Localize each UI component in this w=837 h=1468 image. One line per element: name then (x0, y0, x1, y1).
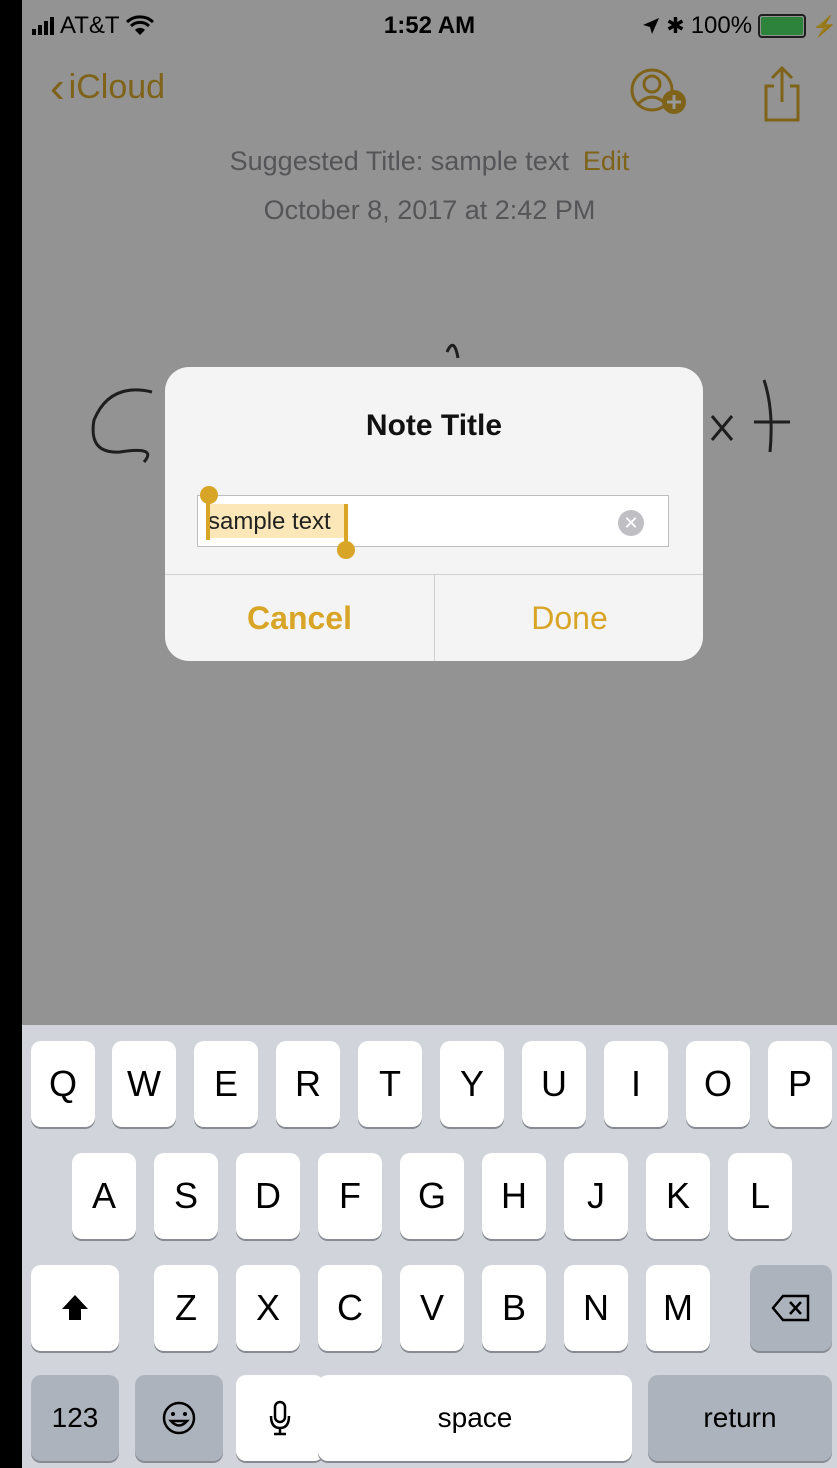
key-r[interactable]: R (276, 1041, 340, 1127)
key-g[interactable]: G (400, 1153, 464, 1239)
numbers-key[interactable]: 123 (31, 1375, 119, 1461)
selection-start-handle[interactable] (206, 500, 210, 540)
key-t[interactable]: T (358, 1041, 422, 1127)
done-button[interactable]: Done (435, 575, 703, 661)
selection-start-knob[interactable] (200, 486, 218, 504)
key-i[interactable]: I (604, 1041, 668, 1127)
key-j[interactable]: J (564, 1153, 628, 1239)
dialog-title: Note Title (365, 409, 503, 442)
notes-screen: AT&T 1:52 AM ✱ 100% ⚡ ‹ iCloud Suggested… (22, 0, 837, 1468)
key-e[interactable]: E (194, 1041, 258, 1127)
key-m[interactable]: M (646, 1265, 710, 1351)
note-title-dialog: Note Title sample text ✕ Cancel Done (165, 367, 703, 661)
emoji-icon (162, 1401, 196, 1435)
space-key[interactable]: space (318, 1375, 632, 1461)
shift-arrow-icon (62, 1295, 88, 1320)
title-input-value: sample text (208, 508, 331, 535)
selection-end-knob[interactable] (337, 541, 355, 559)
key-o[interactable]: O (686, 1041, 750, 1127)
key-x[interactable]: X (236, 1265, 300, 1351)
key-f[interactable]: F (318, 1153, 382, 1239)
key-d[interactable]: D (236, 1153, 300, 1239)
shift-key[interactable] (31, 1265, 119, 1351)
key-c[interactable]: C (318, 1265, 382, 1351)
key-z[interactable]: Z (154, 1265, 218, 1351)
return-key[interactable]: return (648, 1375, 832, 1461)
key-v[interactable]: V (400, 1265, 464, 1351)
key-q[interactable]: Q (31, 1041, 95, 1127)
selection-end-handle[interactable] (344, 504, 348, 544)
key-s[interactable]: S (154, 1153, 218, 1239)
title-input[interactable]: sample text ✕ (197, 486, 669, 559)
key-k[interactable]: K (646, 1153, 710, 1239)
key-p[interactable]: P (768, 1041, 832, 1127)
cancel-button[interactable]: Cancel (165, 575, 434, 661)
clear-text-icon[interactable]: ✕ (618, 510, 644, 536)
microphone-icon (269, 1400, 291, 1436)
key-u[interactable]: U (522, 1041, 586, 1127)
key-y[interactable]: Y (440, 1041, 504, 1127)
backspace-icon (771, 1294, 810, 1322)
emoji-key[interactable] (135, 1375, 223, 1461)
key-a[interactable]: A (72, 1153, 136, 1239)
dictation-key[interactable] (236, 1375, 324, 1461)
keyboard: Q W E R T Y U I O P A S D F G H J K L Z … (22, 1025, 837, 1468)
backspace-key[interactable] (750, 1265, 832, 1351)
key-n[interactable]: N (564, 1265, 628, 1351)
key-h[interactable]: H (482, 1153, 546, 1239)
key-w[interactable]: W (112, 1041, 176, 1127)
key-l[interactable]: L (728, 1153, 792, 1239)
key-b[interactable]: B (482, 1265, 546, 1351)
